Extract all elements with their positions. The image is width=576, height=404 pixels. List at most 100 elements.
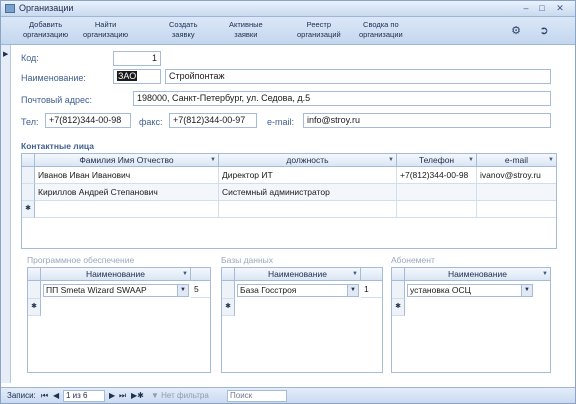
toolbar: Добавить организацию Найти организацию С… — [1, 17, 575, 45]
fax-label: факс: — [139, 117, 163, 127]
new-contact-phone-cell[interactable] — [397, 201, 477, 218]
name-field[interactable]: Стройпонтаж — [165, 69, 551, 84]
find-organization-label-1: Найти — [94, 20, 117, 29]
contact-position-cell[interactable]: Директор ИТ — [219, 167, 397, 184]
contact-fio-cell[interactable]: Кириллов Андрей Степанович — [35, 184, 219, 201]
subscription-value: установка ОСЦ — [410, 285, 471, 295]
create-request-button[interactable]: Создать заявку — [169, 20, 198, 40]
new-row-selector[interactable]: ✱ — [222, 299, 235, 316]
contacts-select-all[interactable] — [22, 154, 35, 167]
create-request-label-2: заявку — [171, 30, 195, 39]
name-label: Наименование: — [21, 73, 86, 83]
code-field[interactable]: 1 — [113, 51, 161, 66]
row-selector[interactable] — [28, 281, 41, 299]
software-count-cell[interactable]: 5 — [191, 281, 210, 298]
software-select-all[interactable] — [28, 268, 41, 281]
no-filter-button[interactable]: ▼ Нет фильтра — [151, 391, 209, 401]
active-requests-label-2: заявки — [234, 30, 258, 39]
subscription-select-all[interactable] — [392, 268, 405, 281]
contacts-col-email[interactable]: e-mail ▼ — [477, 154, 556, 167]
contact-phone-cell[interactable] — [397, 184, 477, 201]
new-row-selector[interactable]: ✱ — [22, 201, 35, 218]
contacts-col-fio[interactable]: Фамилия Имя Отчество ▼ — [35, 154, 219, 167]
current-record-arrow-icon: ▶ — [3, 51, 9, 58]
add-organization-label-2: организацию — [23, 30, 69, 39]
phone-field[interactable]: +7(812)344-00-98 — [45, 113, 131, 128]
organizations-window: Организации – □ ✕ Добавить организацию Н… — [0, 0, 576, 404]
new-record-icon: ✱ — [25, 205, 31, 212]
no-filter-label: Нет фильтра — [161, 391, 209, 400]
new-row-selector[interactable]: ✱ — [392, 299, 405, 316]
code-label: Код: — [21, 53, 39, 63]
new-contact-position-cell[interactable] — [219, 201, 397, 218]
new-record-icon: ✱ — [31, 303, 37, 310]
databases-col-name[interactable]: Наименование ▼ — [235, 268, 361, 281]
first-record-icon[interactable]: ⏮ — [41, 391, 48, 401]
databases-select-all[interactable] — [222, 268, 235, 281]
chevron-down-icon[interactable]: ▼ — [177, 285, 188, 296]
subscription-col-name[interactable]: Наименование ▼ — [405, 268, 550, 281]
databases-col-count — [361, 268, 382, 281]
contacts-col-fio-label: Фамилия Имя Отчество — [79, 155, 174, 165]
software-grid: Наименование ▼ ПП Smeta Wizard SWAAP ▼ 5 … — [27, 267, 211, 373]
contacts-col-phone[interactable]: Телефон ▼ — [397, 154, 477, 167]
email-field[interactable]: info@stroy.ru — [303, 113, 551, 128]
software-col-name-label: Наименование — [86, 269, 145, 279]
name-prefix-value: ЗАО — [117, 71, 138, 81]
chevron-down-icon[interactable]: ▼ — [347, 285, 358, 296]
new-contact-email-cell[interactable] — [477, 201, 556, 218]
summary-label-1: Сводка по — [363, 20, 399, 29]
new-contact-fio-cell[interactable] — [35, 201, 219, 218]
contact-position-cell[interactable]: Системный администратор — [219, 184, 397, 201]
row-selector[interactable] — [22, 167, 35, 184]
add-organization-button[interactable]: Добавить организацию — [23, 20, 68, 40]
databases-value: База Госстроя — [240, 285, 297, 295]
row-selector[interactable] — [392, 281, 405, 299]
row-selector[interactable] — [222, 281, 235, 299]
current-record-field[interactable]: 1 из 6 — [63, 390, 105, 402]
contact-email-cell[interactable] — [477, 184, 556, 201]
databases-count-cell[interactable]: 1 — [361, 281, 382, 298]
last-record-icon[interactable]: ⏭ — [119, 391, 126, 401]
minimize-icon[interactable]: – — [519, 3, 533, 14]
databases-col-name-label: Наименование — [268, 269, 327, 279]
databases-combo[interactable]: База Госстроя ▼ — [237, 284, 359, 297]
address-field[interactable]: 198000, Санкт-Петербург, ул. Седова, д.5 — [133, 91, 551, 106]
chevron-down-icon: ▼ — [210, 157, 216, 163]
chevron-down-icon: ▼ — [352, 271, 358, 277]
window-title: Организации — [19, 3, 74, 13]
contact-phone-cell[interactable]: +7(812)344-00-98 — [397, 167, 477, 184]
settings-icon[interactable]: ⚙ — [509, 24, 523, 38]
search-field[interactable]: Поиск — [227, 390, 287, 402]
title-bar: Организации – □ ✕ — [1, 1, 575, 17]
previous-record-icon[interactable]: ◀ — [53, 391, 59, 401]
software-combo[interactable]: ПП Smeta Wizard SWAAP ▼ — [43, 284, 189, 297]
chevron-down-icon: ▼ — [548, 157, 554, 163]
new-row-selector[interactable]: ✱ — [28, 299, 41, 316]
contacts-header: Контактные лица — [21, 141, 94, 151]
add-organization-label-1: Добавить — [28, 20, 63, 29]
exit-icon[interactable]: ➲ — [537, 24, 551, 38]
subscription-combo[interactable]: установка ОСЦ ▼ — [407, 284, 533, 297]
summary-button[interactable]: Сводка по организации — [359, 20, 403, 40]
registry-label-2: организаций — [297, 30, 341, 39]
record-selector[interactable]: ▶ — [1, 45, 11, 383]
registry-button[interactable]: Реестр организаций — [297, 20, 341, 40]
find-organization-button[interactable]: Найти организацию — [83, 20, 128, 40]
contacts-col-position[interactable]: должность ▼ — [219, 154, 397, 167]
contact-email-cell[interactable]: ivanov@stroy.ru — [477, 167, 556, 184]
active-requests-button[interactable]: Активные заявки — [229, 20, 263, 40]
active-requests-label-1: Активные — [229, 20, 263, 29]
next-record-icon[interactable]: ▶ — [109, 391, 115, 401]
maximize-icon[interactable]: □ — [535, 3, 549, 14]
row-selector[interactable] — [22, 184, 35, 201]
name-prefix-field[interactable]: ЗАО — [113, 69, 161, 84]
chevron-down-icon: ▼ — [468, 157, 474, 163]
contact-fio-cell[interactable]: Иванов Иван Иванович — [35, 167, 219, 184]
chevron-down-icon[interactable]: ▼ — [521, 285, 532, 296]
fax-field[interactable]: +7(812)344-00-97 — [169, 113, 257, 128]
contacts-col-phone-label: Телефон — [418, 155, 455, 165]
software-col-name[interactable]: Наименование ▼ — [41, 268, 191, 281]
close-icon[interactable]: ✕ — [553, 3, 567, 14]
new-record-nav-icon[interactable]: ▶✱ — [131, 391, 144, 401]
